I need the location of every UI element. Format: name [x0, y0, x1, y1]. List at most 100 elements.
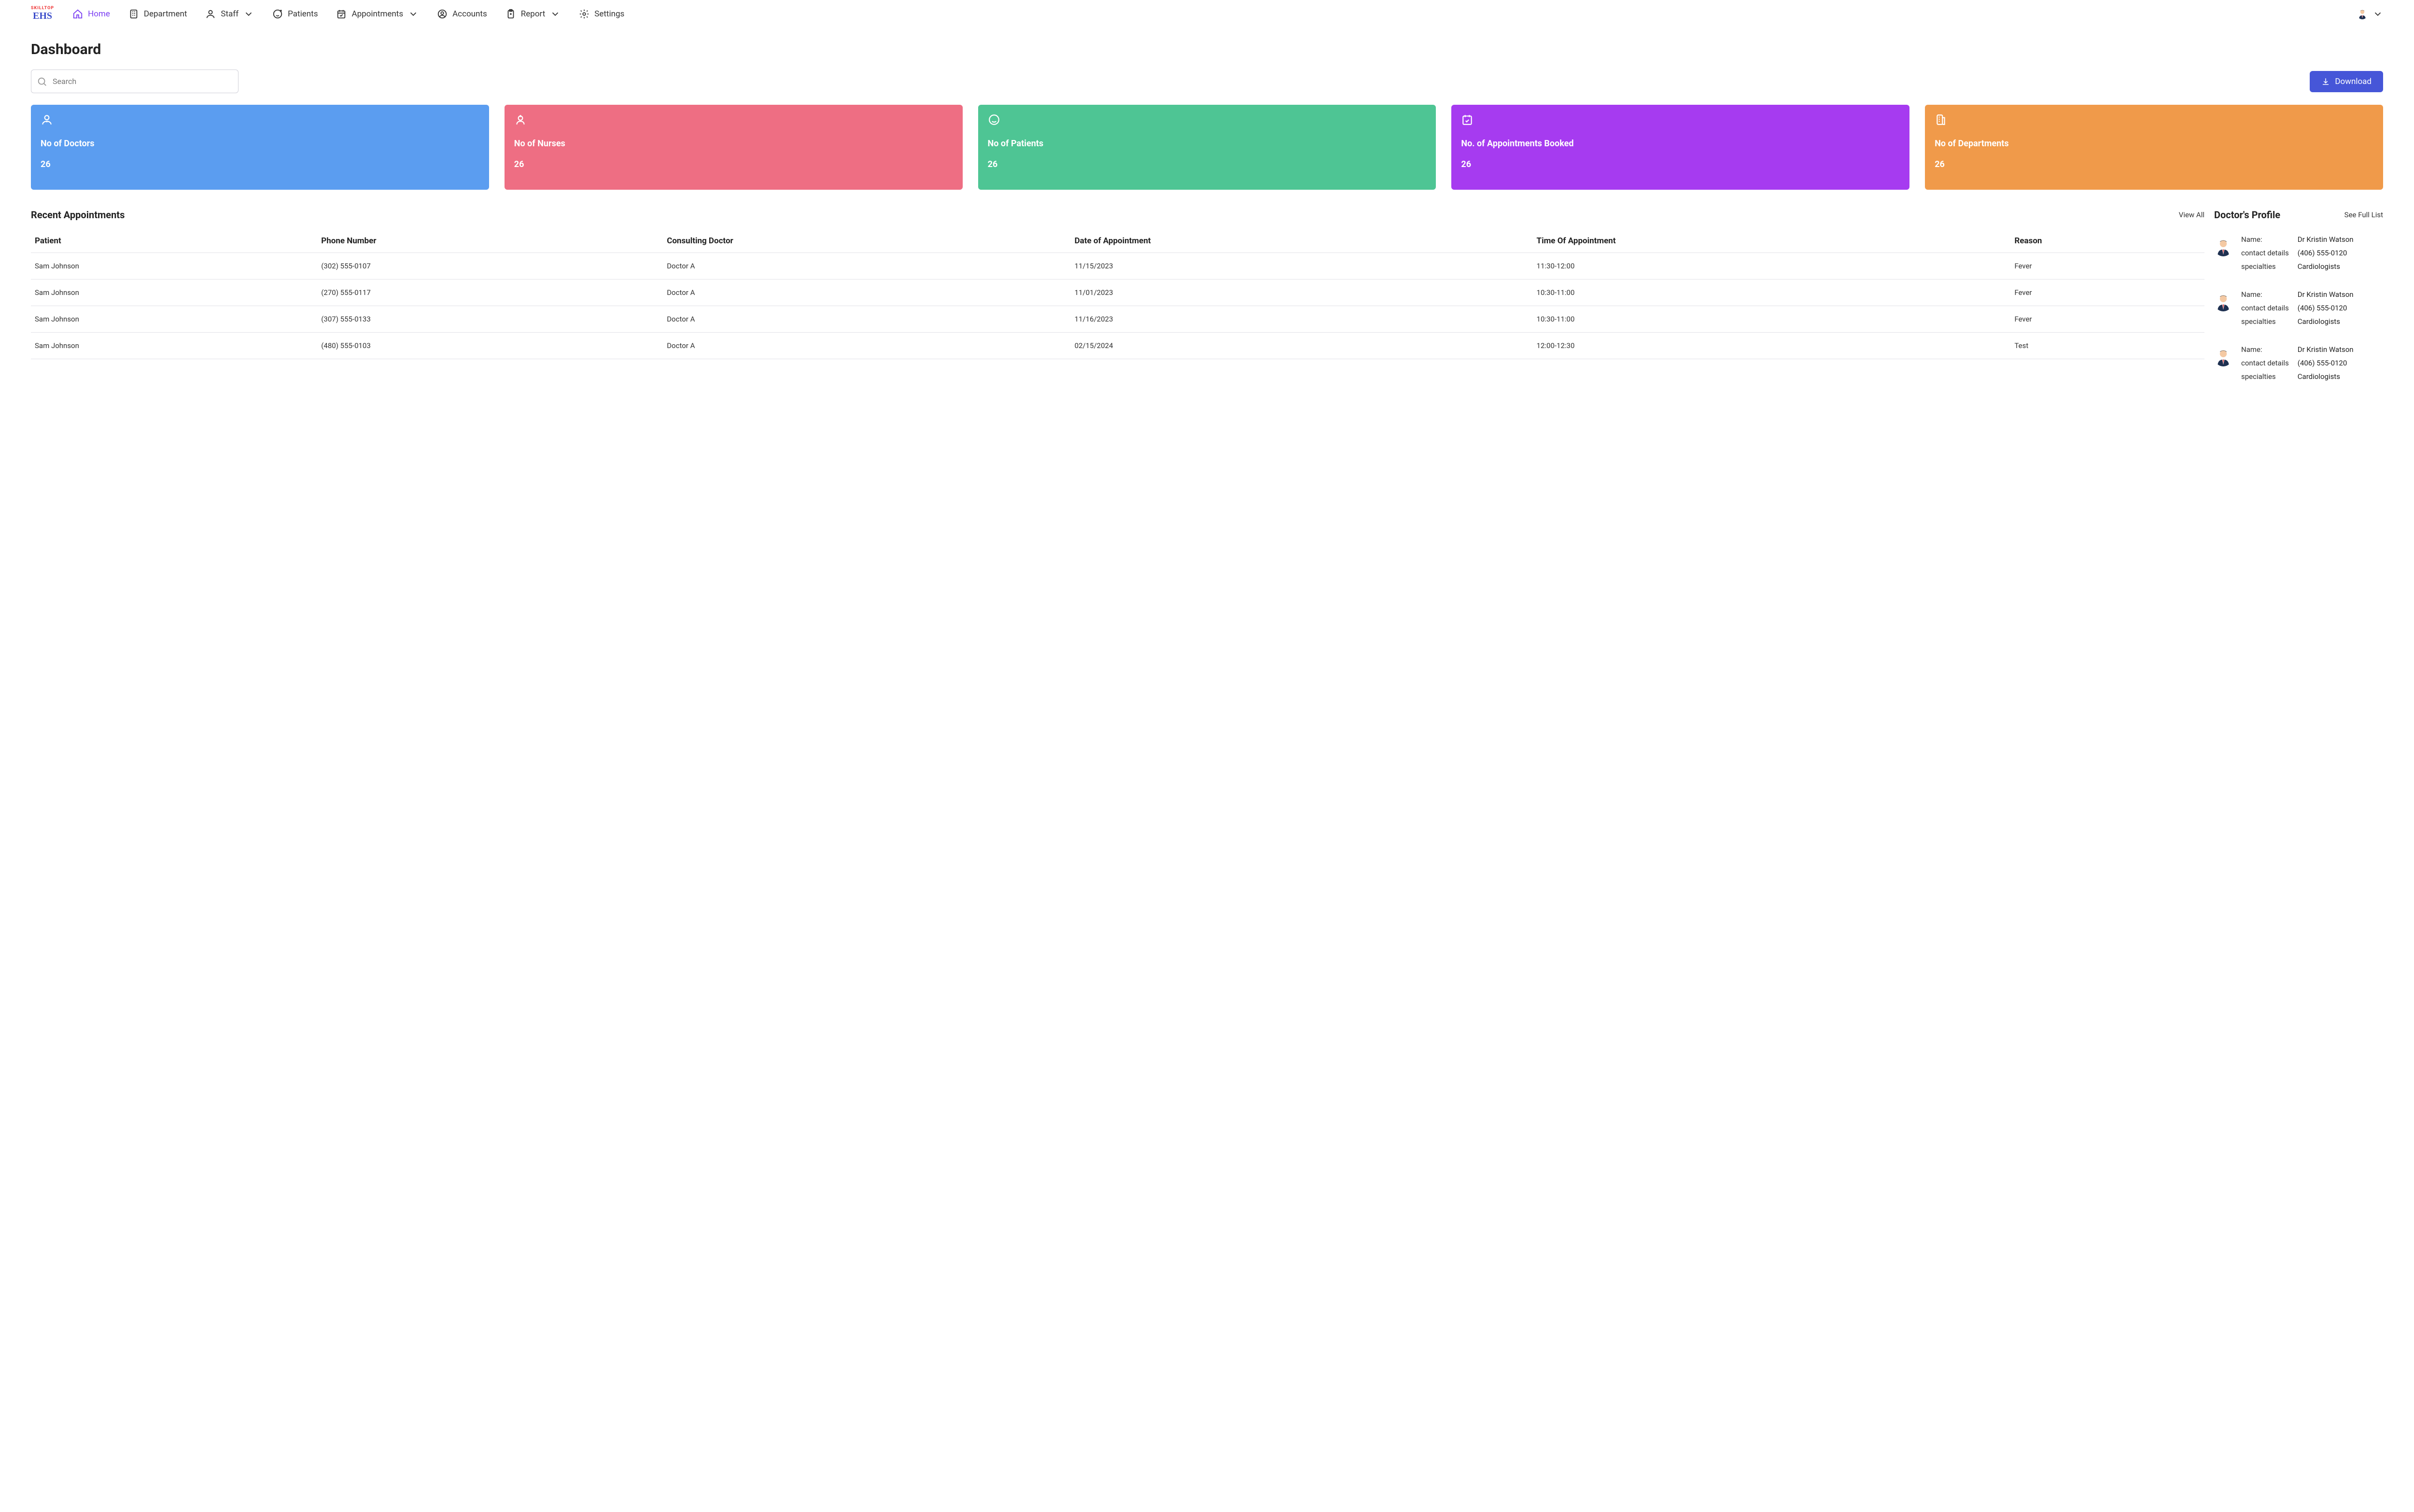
logo-main: EHS	[33, 11, 52, 22]
cell-time: 12:00-12:30	[1533, 333, 2011, 359]
profile-title: Doctor's Profile	[2214, 209, 2280, 221]
card-label: No. of Appointments Booked	[1461, 138, 1900, 150]
nav-home-label: Home	[88, 9, 110, 19]
card-value: 26	[1935, 159, 2373, 169]
cell-reason: Test	[2010, 333, 2204, 359]
nav-appointments-label: Appointments	[351, 9, 403, 19]
download-button[interactable]: Download	[2310, 71, 2383, 92]
clipboard-icon	[505, 9, 516, 19]
label-spec: specialties	[2241, 372, 2289, 381]
cell-date: 11/16/2023	[1071, 306, 1533, 333]
chevron-down-icon	[243, 9, 254, 19]
card-doctors[interactable]: No of Doctors 26	[31, 105, 489, 190]
view-all-link[interactable]: View All	[2179, 210, 2204, 219]
search-icon	[37, 76, 47, 87]
chevron-down-icon	[408, 9, 419, 19]
card-value: 26	[41, 159, 479, 169]
download-icon	[2321, 77, 2330, 86]
logo[interactable]: SKILLTOP EHS	[31, 6, 54, 22]
card-departments[interactable]: No of Departments 26	[1925, 105, 2383, 190]
doctor-item[interactable]: Name: contact details specialties Dr Kri…	[2214, 339, 2383, 381]
label-name: Name:	[2241, 345, 2289, 354]
label-name: Name:	[2241, 290, 2289, 299]
cell-date: 11/15/2023	[1071, 253, 1533, 280]
doctor-item[interactable]: Name: contact details specialties Dr Kri…	[2214, 284, 2383, 326]
card-label: No of Doctors	[41, 138, 479, 150]
col-reason: Reason	[2010, 229, 2204, 253]
building-icon	[128, 9, 139, 19]
nav-accounts[interactable]: Accounts	[437, 9, 487, 19]
card-value: 26	[1461, 159, 1900, 169]
col-doctor: Consulting Doctor	[663, 229, 1070, 253]
doctor-item[interactable]: Name: contact details specialties Dr Kri…	[2214, 229, 2383, 271]
doctor-avatar-icon	[2214, 348, 2232, 366]
stat-cards: No of Doctors 26 No of Nurses 26 No of P…	[31, 105, 2383, 190]
nav-report-label: Report	[521, 9, 545, 19]
value-name: Dr Kristin Watson	[2298, 235, 2354, 244]
cell-patient: Sam Johnson	[31, 306, 317, 333]
label-contact: contact details	[2241, 249, 2289, 257]
avatar-icon	[2357, 9, 2368, 19]
cell-time: 10:30-11:00	[1533, 280, 2011, 306]
cell-patient: Sam Johnson	[31, 280, 317, 306]
value-spec: Cardiologists	[2298, 372, 2354, 381]
home-icon	[72, 9, 83, 19]
nav-appointments[interactable]: Appointments	[336, 9, 419, 19]
card-appointments[interactable]: No. of Appointments Booked 26	[1451, 105, 1909, 190]
cell-date: 02/15/2024	[1071, 333, 1533, 359]
nav-department[interactable]: Department	[128, 9, 187, 19]
value-name: Dr Kristin Watson	[2298, 290, 2354, 299]
value-contact: (406) 555-0120	[2298, 249, 2354, 257]
cell-phone: (307) 555-0133	[317, 306, 663, 333]
cell-doctor: Doctor A	[663, 253, 1070, 280]
user-menu[interactable]	[2357, 9, 2383, 19]
cell-patient: Sam Johnson	[31, 333, 317, 359]
card-value: 26	[514, 159, 953, 169]
label-contact: contact details	[2241, 304, 2289, 312]
nav-settings-label: Settings	[594, 9, 624, 19]
doctor-avatar-icon	[2214, 293, 2232, 311]
card-nurses[interactable]: No of Nurses 26	[505, 105, 963, 190]
col-date: Date of Appointment	[1071, 229, 1533, 253]
col-patient: Patient	[31, 229, 317, 253]
cell-time: 10:30-11:00	[1533, 306, 2011, 333]
cell-doctor: Doctor A	[663, 306, 1070, 333]
card-label: No of Nurses	[514, 138, 953, 150]
cell-phone: (480) 555-0103	[317, 333, 663, 359]
cell-date: 11/01/2023	[1071, 280, 1533, 306]
table-row[interactable]: Sam Johnson(307) 555-0133Doctor A11/16/2…	[31, 306, 2204, 333]
card-patients[interactable]: No of Patients 26	[978, 105, 1436, 190]
cell-reason: Fever	[2010, 280, 2204, 306]
table-row[interactable]: Sam Johnson(270) 555-0117Doctor A11/01/2…	[31, 280, 2204, 306]
nav-report[interactable]: Report	[505, 9, 561, 19]
nav-staff-label: Staff	[221, 9, 239, 19]
label-spec: specialties	[2241, 317, 2289, 326]
cell-reason: Fever	[2010, 306, 2204, 333]
nav-settings[interactable]: Settings	[579, 9, 624, 19]
value-spec: Cardiologists	[2298, 317, 2354, 326]
table-row[interactable]: Sam Johnson(302) 555-0107Doctor A11/15/2…	[31, 253, 2204, 280]
card-label: No of Departments	[1935, 138, 2373, 150]
download-label: Download	[2335, 77, 2372, 86]
cell-doctor: Doctor A	[663, 280, 1070, 306]
doctor-field-labels: Name: contact details specialties	[2241, 235, 2289, 271]
doctor-field-values: Dr Kristin Watson (406) 555-0120 Cardiol…	[2298, 235, 2354, 271]
card-value: 26	[988, 159, 1427, 169]
search-input[interactable]	[31, 70, 239, 93]
doctor-field-labels: Name: contact details specialties	[2241, 290, 2289, 326]
nav-home[interactable]: Home	[72, 9, 110, 19]
value-contact: (406) 555-0120	[2298, 304, 2354, 312]
nav-staff[interactable]: Staff	[205, 9, 254, 19]
doctor-avatar-icon	[2214, 238, 2232, 256]
user-icon	[205, 9, 216, 19]
value-spec: Cardiologists	[2298, 262, 2354, 271]
appointments-table: Patient Phone Number Consulting Doctor D…	[31, 229, 2204, 359]
see-full-list-link[interactable]: See Full List	[2344, 210, 2383, 219]
doctor-field-labels: Name: contact details specialties	[2241, 345, 2289, 381]
cell-time: 11:30-12:00	[1533, 253, 2011, 280]
table-row[interactable]: Sam Johnson(480) 555-0103Doctor A02/15/2…	[31, 333, 2204, 359]
patient-card-icon	[988, 113, 1000, 126]
recent-title: Recent Appointments	[31, 209, 125, 221]
gear-icon	[579, 9, 589, 19]
nav-patients[interactable]: Patients	[272, 9, 318, 19]
